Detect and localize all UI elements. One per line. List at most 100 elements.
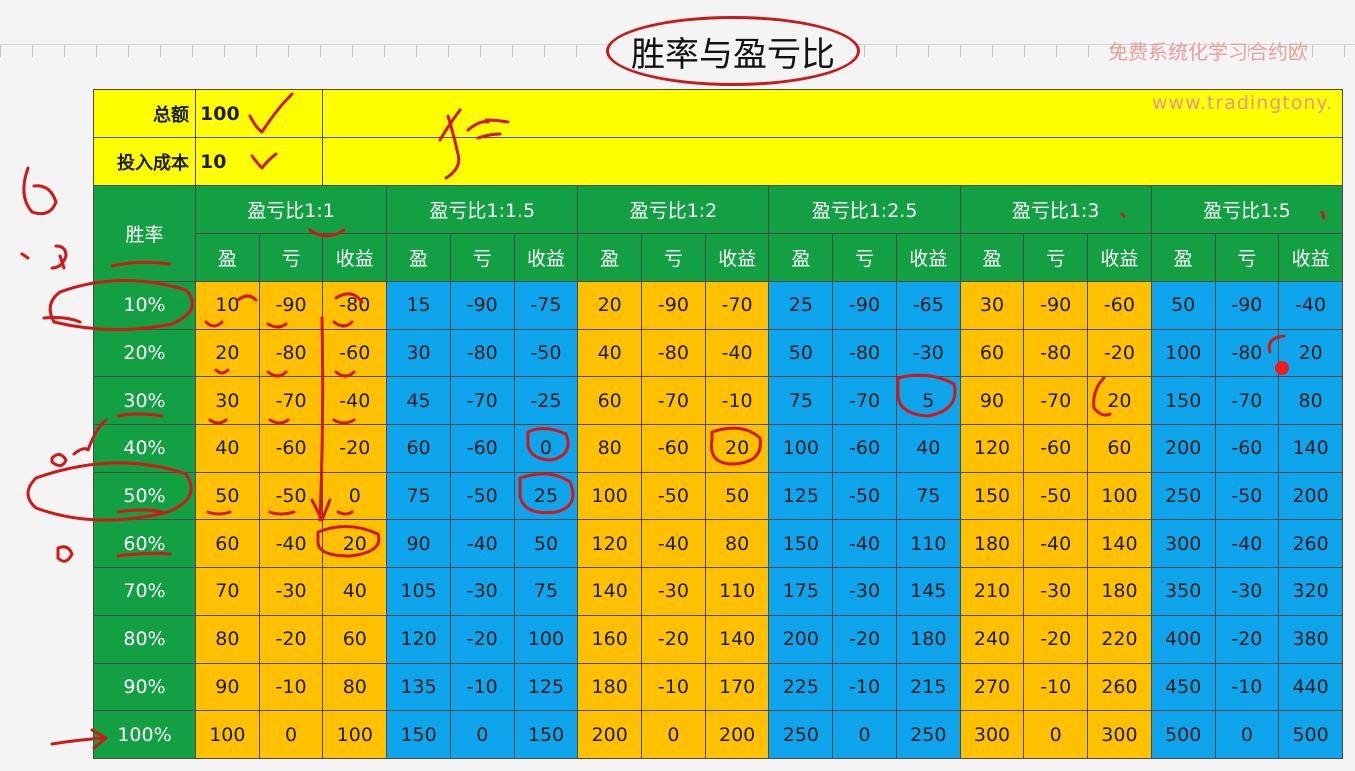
win-cell: 270 (959, 662, 1025, 712)
loss-cell: -20 (1214, 614, 1280, 664)
profit-cell: 20 (1087, 376, 1152, 426)
win-cell: 150 (1150, 376, 1216, 426)
loss-cell: -60 (832, 424, 897, 473)
promo-text: 免费系统化学习合约欧 (1108, 40, 1308, 64)
profit-cell: 75 (895, 471, 961, 521)
total-value: 100 (194, 89, 323, 138)
profit-cell: 250 (895, 710, 961, 759)
win-cell: 300 (959, 710, 1025, 759)
win-cell: 90 (959, 376, 1025, 426)
profit-cell: 380 (1278, 614, 1343, 664)
table-row: 20% 20 -80 -60 30 -80 -50 40 -80 -40 50 -80 -30 60 -80… (93, 328, 1343, 378)
win-rate-cell: 70% (93, 567, 196, 616)
profit-cell: 80 (704, 519, 770, 569)
win-header: 盈 (768, 233, 834, 282)
win-cell: 30 (195, 376, 260, 426)
profit-cell: 140 (1087, 519, 1152, 569)
win-cell: 100 (768, 424, 834, 473)
table-row: 70% 70 -30 40 105 -30 75 140 -30 110 175 -30 145 210-… (93, 567, 1343, 616)
loss-cell: -30 (641, 567, 706, 616)
loss-cell: -30 (1023, 567, 1089, 616)
profit-cell: -80 (322, 281, 388, 330)
win-cell: 500 (1150, 710, 1216, 759)
profit-cell: 5 (895, 376, 961, 426)
loss-cell: -70 (1023, 376, 1089, 426)
win-cell: 60 (386, 424, 451, 473)
win-cell: 40 (195, 424, 260, 473)
site-url: www.tradingtony. (1152, 92, 1333, 114)
loss-cell: -80 (258, 328, 324, 378)
profit-cell: 20 (1278, 328, 1343, 378)
profit-cell: -30 (895, 328, 961, 378)
profit-cell: 200 (1278, 471, 1343, 521)
win-cell: 45 (386, 376, 451, 426)
ratio-header: 盈亏比1:2.5 (768, 185, 961, 234)
profit-cell: 80 (1278, 376, 1343, 426)
profit-cell: 180 (895, 614, 961, 664)
win-cell: 250 (1150, 471, 1216, 521)
table-row: 80% 80 -20 60 120 -20 100 160 -20 140 200 -20 180 240… (93, 614, 1343, 664)
scribble-mark (42, 316, 82, 324)
profit-cell: 25 (513, 471, 579, 521)
loss-cell: -40 (832, 519, 897, 569)
loss-cell: -30 (832, 567, 897, 616)
loss-cell: 0 (832, 710, 897, 759)
loss-cell: 0 (641, 710, 706, 759)
profit-cell: -20 (322, 424, 388, 473)
loss-cell: -60 (1023, 424, 1089, 473)
profit-cell: -60 (322, 328, 388, 378)
win-cell: 400 (1150, 614, 1216, 664)
loss-cell: -60 (258, 424, 324, 473)
win-cell: 225 (768, 662, 834, 712)
cost-value: 10 (194, 137, 323, 186)
ratio-header: 盈亏比1:3 (959, 185, 1152, 234)
loss-cell: -70 (1214, 376, 1280, 426)
win-cell: 90 (386, 519, 451, 569)
profit-cell: 100 (1087, 471, 1152, 521)
loss-cell: -90 (832, 281, 897, 330)
scribble-mark (22, 166, 58, 216)
win-cell: 15 (386, 281, 451, 330)
profit-header: 收益 (1278, 233, 1343, 282)
profit-cell: -20 (1087, 328, 1152, 378)
win-rate-cell: 100% (93, 710, 196, 759)
ratio-header: 盈亏比1:5 (1150, 185, 1343, 234)
scribble-mark (20, 244, 68, 270)
win-cell: 240 (959, 614, 1025, 664)
profit-cell: 40 (322, 567, 388, 616)
win-cell: 90 (195, 662, 260, 712)
loss-cell: -20 (1023, 614, 1089, 664)
profit-cell: 145 (895, 567, 961, 616)
win-rate-cell: 50% (93, 471, 196, 521)
empty-cell (322, 137, 1343, 186)
profit-cell: -70 (704, 281, 770, 330)
win-cell: 50 (1150, 281, 1216, 330)
ratio-header: 盈亏比1:2 (577, 185, 770, 234)
win-rate-cell: 20% (93, 328, 196, 378)
loss-cell: -70 (449, 376, 515, 426)
loss-cell: -50 (449, 471, 515, 521)
loss-cell: 0 (449, 710, 515, 759)
win-cell: 210 (959, 567, 1025, 616)
profit-cell: 60 (322, 614, 388, 664)
win-cell: 150 (768, 519, 834, 569)
win-rate-cell: 10% (93, 281, 196, 330)
win-cell: 75 (768, 376, 834, 426)
profit-cell: 320 (1278, 567, 1343, 616)
win-cell: 135 (386, 662, 451, 712)
win-cell: 50 (195, 471, 260, 521)
win-cell: 200 (768, 614, 834, 664)
win-header: 盈 (1150, 233, 1216, 282)
loss-header: 亏 (1214, 233, 1280, 282)
win-cell: 105 (386, 567, 451, 616)
loss-cell: 0 (1214, 710, 1280, 759)
profit-cell: -10 (704, 376, 770, 426)
win-cell: 150 (959, 471, 1025, 521)
total-label: 总额 (93, 89, 196, 138)
win-rate-cell: 90% (93, 662, 196, 712)
table-row: 90% 90 -10 80 135 -10 125 180 -10 170 225 -10 215 270… (93, 662, 1343, 712)
win-cell: 350 (1150, 567, 1216, 616)
profit-header: 收益 (322, 233, 388, 282)
loss-header: 亏 (832, 233, 897, 282)
loss-cell: -60 (1214, 424, 1280, 473)
